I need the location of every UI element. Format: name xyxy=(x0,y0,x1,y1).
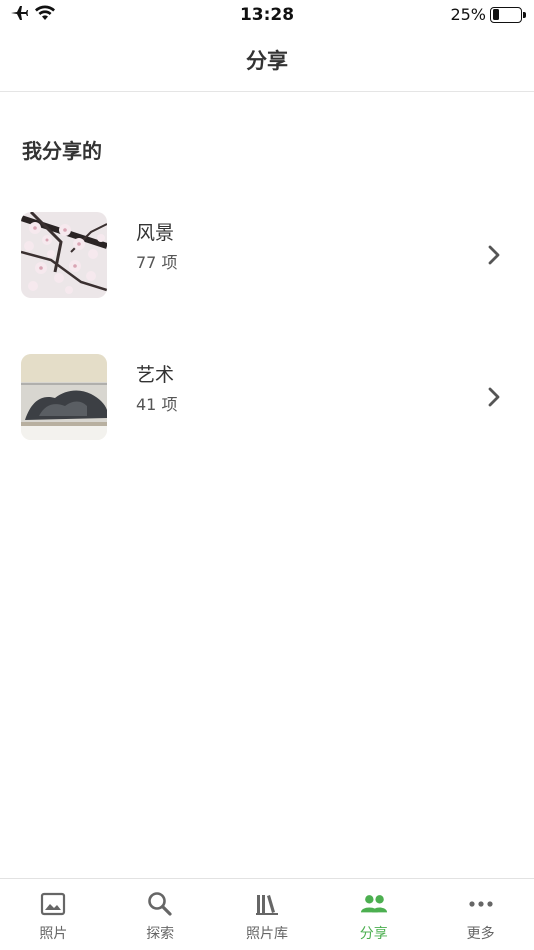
album-count: 77 项 xyxy=(136,253,178,272)
more-icon xyxy=(467,891,495,917)
tab-photos[interactable]: 照片 xyxy=(0,879,107,950)
people-icon xyxy=(360,891,388,917)
chevron-right-icon xyxy=(488,387,500,407)
tab-bar: 照片 探索 照片库 分享 更多 xyxy=(0,878,534,950)
tab-label: 分享 xyxy=(359,926,388,942)
cherry-blossom-thumbnail xyxy=(21,212,107,298)
page-title: 分享 xyxy=(246,49,288,73)
album-row-art[interactable]: 艺术 41 项 xyxy=(0,354,534,444)
tab-label: 探索 xyxy=(146,926,175,942)
album-count: 41 项 xyxy=(136,395,178,414)
tab-more[interactable]: 更多 xyxy=(427,879,534,950)
album-name: 风景 xyxy=(136,222,175,244)
tab-sharing[interactable]: 分享 xyxy=(320,879,427,950)
battery-tip xyxy=(523,11,526,18)
photo-icon xyxy=(39,891,67,917)
tab-label: 更多 xyxy=(466,926,495,942)
ink-painting-thumbnail xyxy=(21,354,107,440)
tab-label: 照片库 xyxy=(245,926,288,942)
navigation-bar: 分享 xyxy=(0,30,534,92)
status-right: 25% xyxy=(450,5,526,24)
album-name: 艺术 xyxy=(136,364,175,386)
tab-library[interactable]: 照片库 xyxy=(214,879,321,950)
battery-level xyxy=(492,9,500,20)
chevron-right-icon xyxy=(488,245,500,265)
album-row-landscape[interactable]: 风景 77 项 xyxy=(0,212,534,302)
library-icon xyxy=(253,891,281,917)
section-title: 我分享的 xyxy=(22,139,102,163)
search-icon xyxy=(146,891,174,917)
battery-percent: 25% xyxy=(450,5,486,24)
status-bar: 13:28 25% xyxy=(0,0,534,30)
tab-explore[interactable]: 探索 xyxy=(107,879,214,950)
battery-icon xyxy=(490,6,526,23)
tab-label: 照片 xyxy=(39,926,68,942)
